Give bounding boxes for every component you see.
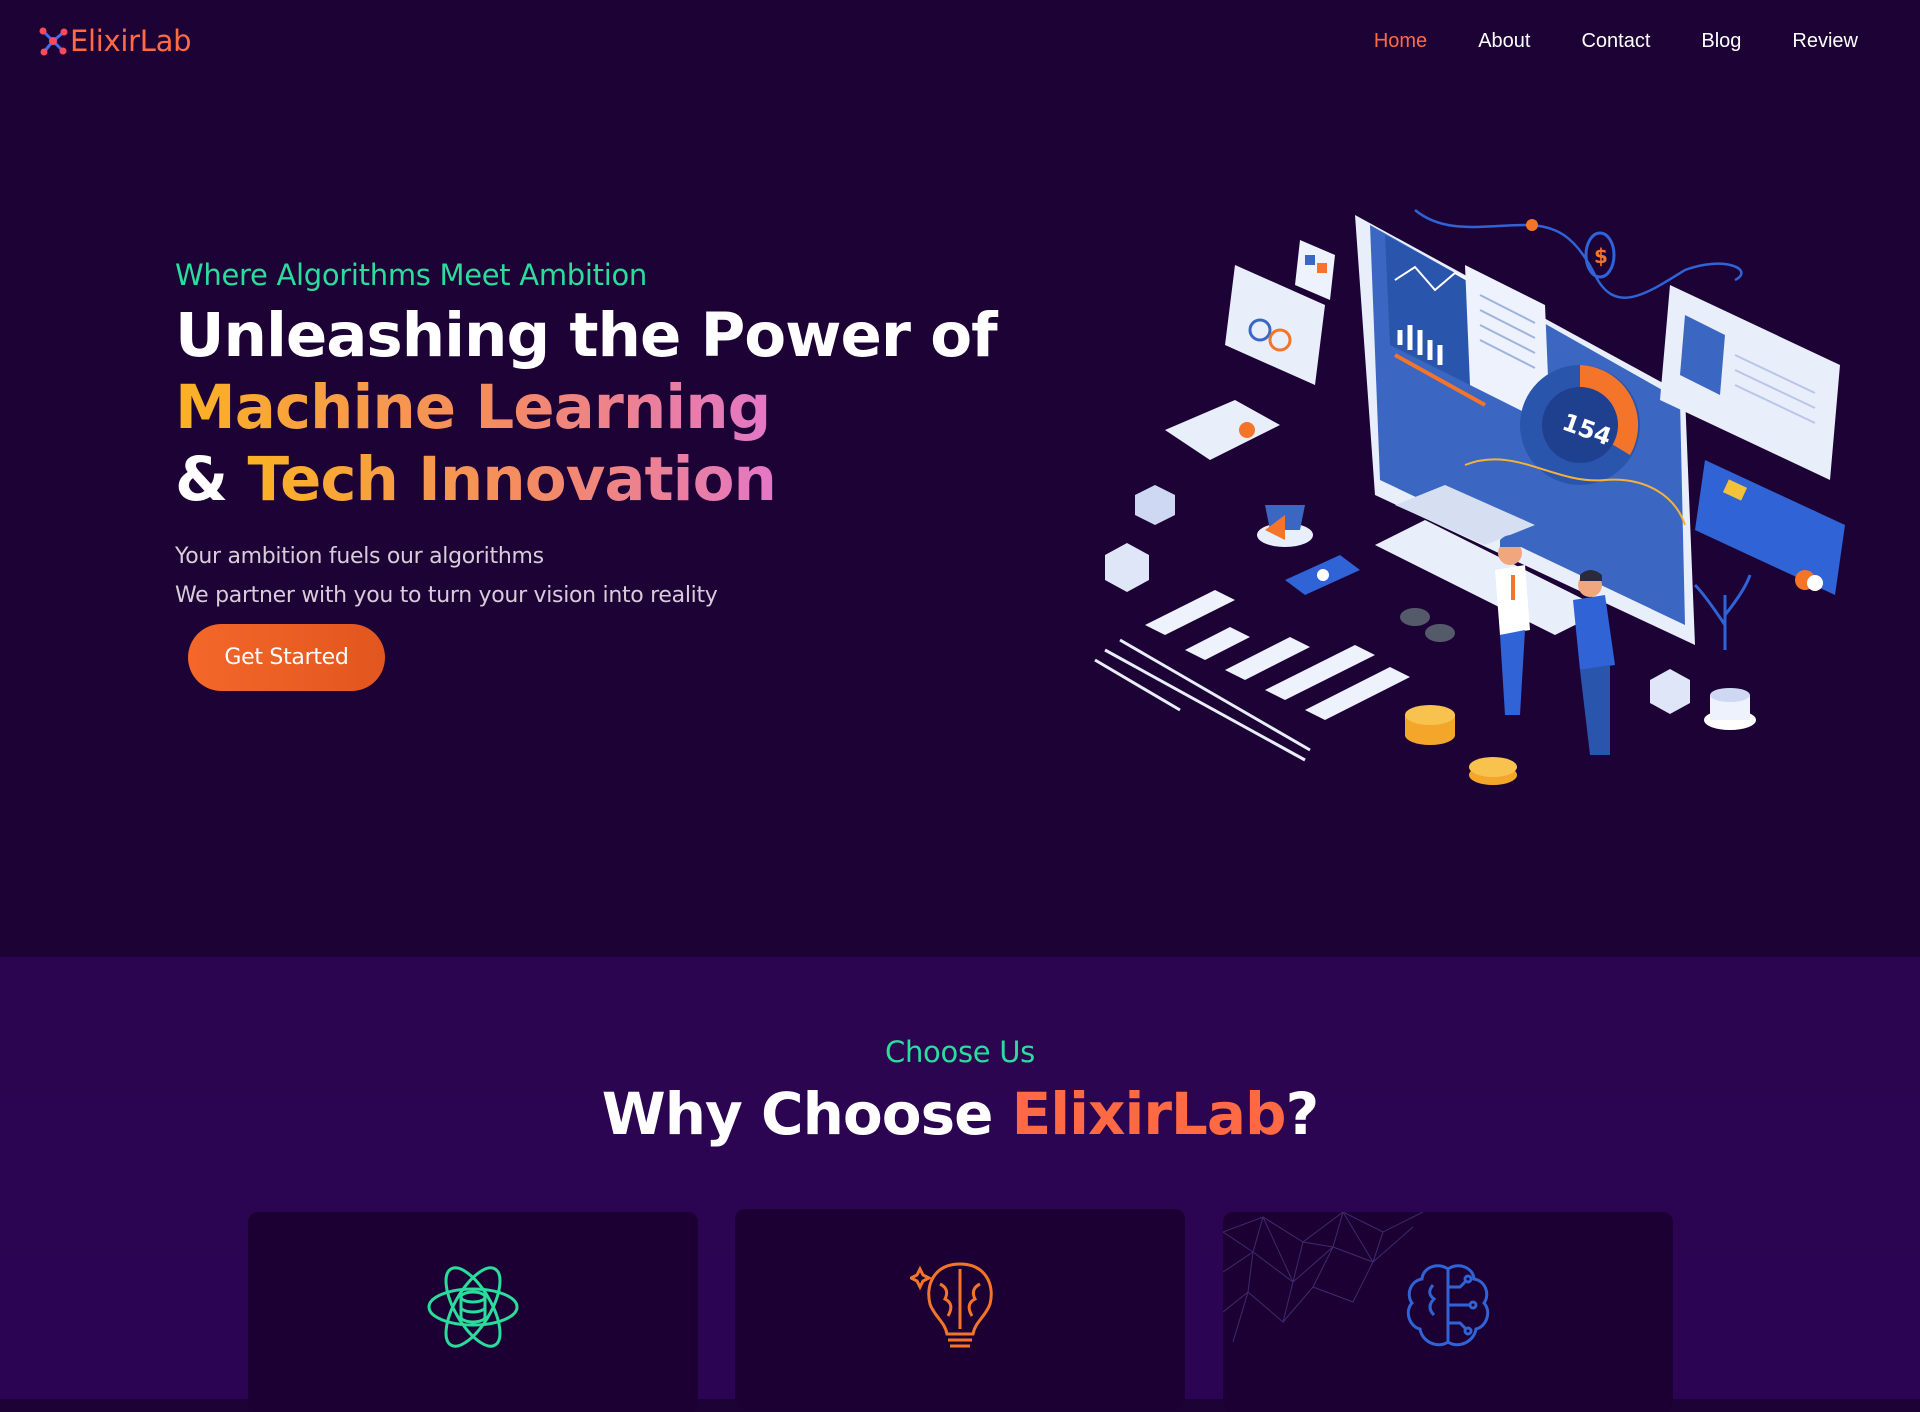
why-choose-title-highlight: ElixirLab: [1011, 1080, 1287, 1148]
nav-contact[interactable]: Contact: [1581, 30, 1650, 53]
hero-title-line2: Machine Learning: [175, 372, 771, 443]
why-choose-tag: Choose Us: [885, 1035, 1035, 1069]
get-started-button[interactable]: Get Started: [188, 624, 385, 691]
nav-review[interactable]: Review: [1792, 30, 1858, 53]
hero-title-line1: Unleashing the Power of: [175, 300, 998, 371]
nav-links: Home About Contact Blog Review: [1374, 30, 1858, 53]
feature-card-3: [1223, 1212, 1673, 1412]
why-choose-title-prefix: Why Choose: [601, 1080, 1012, 1148]
nav-blog[interactable]: Blog: [1701, 30, 1741, 53]
hero-subtitle-line2: We partner with you to turn your vision …: [175, 583, 718, 608]
why-choose-title: Why Choose ElixirLab?: [0, 1080, 1920, 1148]
hero-subtitle: Your ambition fuels our algorithms We pa…: [175, 537, 718, 615]
logo-molecule-icon: [39, 27, 68, 56]
top-navigation: ElixirLab Home About Contact Blog Review: [0, 0, 1920, 90]
feature-card-1: [248, 1212, 698, 1412]
logo[interactable]: ElixirLab: [38, 24, 192, 58]
logo-text: ElixirLab: [70, 24, 192, 58]
hero-title: Unleashing the Power of Machine Learning…: [175, 300, 998, 516]
circuit-brain-icon: [1406, 1264, 1490, 1347]
why-choose-title-suffix: ?: [1285, 1080, 1320, 1148]
lightbulb-brain-icon: [910, 1262, 993, 1348]
atom-database-icon: [427, 1266, 519, 1348]
illustration-currency-symbol: $: [1594, 244, 1608, 268]
feature-card-2: [735, 1209, 1185, 1409]
nav-home[interactable]: Home: [1374, 30, 1427, 53]
hero-subtitle-line1: Your ambition fuels our algorithms: [175, 544, 544, 569]
hero-title-line3-highlight: Tech Innovation: [247, 444, 776, 515]
nav-about[interactable]: About: [1478, 30, 1530, 53]
hero-tagline: Where Algorithms Meet Ambition: [175, 258, 647, 292]
hero-illustration: $ 154: [1094, 209, 1845, 785]
hero-title-line3-prefix: &: [175, 444, 248, 515]
